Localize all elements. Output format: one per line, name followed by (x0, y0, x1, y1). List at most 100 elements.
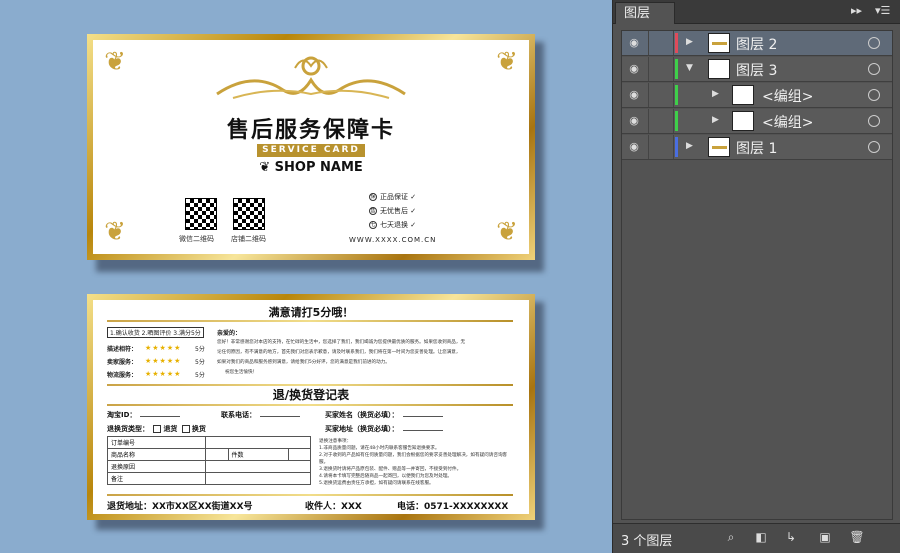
crown-ornament-icon (213, 50, 409, 106)
locate-object-icon[interactable]: ⌕ (723, 530, 739, 546)
return-checkbox[interactable] (153, 425, 162, 433)
corner-ornament-icon: ❦ (104, 217, 126, 247)
rating-score: 5分 (195, 372, 205, 379)
table-cell: 商品名称 (106, 448, 207, 461)
rating-steps: 1.确认收货 2.晒图评价 3.满分5分 (107, 327, 204, 338)
rating-stars: ★★★★★ (145, 370, 182, 378)
lock-toggle[interactable] (648, 109, 674, 133)
eye-icon[interactable]: ◉ (626, 62, 642, 76)
target-circle-icon[interactable] (868, 37, 880, 49)
card-title: 售后服务保障卡 (226, 117, 395, 143)
target-circle-icon[interactable] (868, 141, 880, 153)
collapse-arrow-icon[interactable]: ▼ (686, 63, 693, 73)
target-circle-icon[interactable] (868, 63, 880, 75)
target-circle-icon[interactable] (868, 89, 880, 101)
layer-count: 3 个图层 (621, 534, 673, 549)
tab-layers[interactable]: 图层 (615, 2, 675, 24)
return-notes: 退换注意事项： 1.非商品质量问题，请在48小时内联系客服告知退换要求。 2.对… (319, 439, 508, 486)
feature-item: 保正品保证 ✓ (369, 193, 417, 201)
collapse-panel-icon[interactable]: ▸▸ (851, 4, 862, 17)
delete-layer-icon[interactable]: 🗑 (849, 530, 865, 546)
shop-qr-code (233, 198, 265, 230)
wechat-qr-code (185, 198, 217, 230)
layer-row[interactable]: ◉ ▶ <编组> (622, 109, 892, 134)
lock-toggle[interactable] (648, 31, 674, 55)
table-cell[interactable] (205, 448, 229, 461)
layers-panel: 图层 ▸▸ ▾☰ ◉ ▶ 图层 2 ◉ ▼ 图层 3 ◉ ▶ <编组> ◉ ▶ … (612, 0, 900, 553)
expand-arrow-icon[interactable]: ▶ (686, 141, 693, 151)
rating-stars: ★★★★★ (145, 344, 182, 352)
lock-toggle[interactable] (648, 57, 674, 81)
shop-logo-icon: ❦ (259, 160, 271, 175)
layer-name[interactable]: <编组> (762, 112, 813, 132)
layer-row[interactable]: ◉ ▶ 图层 2 (622, 31, 892, 56)
panel-menu-icon[interactable]: ▾☰ (875, 4, 890, 17)
return-title: 退/换货登记表 (272, 388, 350, 402)
shop-name: ❦ SHOP NAME (259, 160, 363, 175)
layer-name[interactable]: 图层 1 (736, 138, 777, 158)
eye-icon[interactable]: ◉ (626, 114, 642, 128)
message-text: 您好！非常感谢您对本店的支持，在忙碌的生活中，您选择了我们，我们竭诚为您提供最优… (217, 340, 466, 375)
layer-name[interactable]: 图层 3 (736, 60, 777, 80)
expand-arrow-icon[interactable]: ▶ (712, 89, 719, 99)
layer-row[interactable]: ◉ ▶ <编组> (622, 83, 892, 108)
target-circle-icon[interactable] (868, 115, 880, 127)
table-cell: 订单编号 (106, 436, 207, 449)
buyer-address-field[interactable]: 买家地址（换货必填）： (325, 424, 443, 434)
rating-score: 5分 (195, 346, 205, 353)
phone-field[interactable]: 联系电话： (221, 410, 300, 420)
rating-label: 物流服务： (107, 372, 138, 379)
front-card-face: ❦ ❦ ❦ ❦ 售后服务保障卡 SERVICE CARD ❦ SHOP NAME (93, 40, 529, 254)
divider (107, 320, 513, 322)
layer-color-bar (675, 85, 678, 105)
layer-thumbnail (708, 33, 730, 53)
layer-name[interactable]: 图层 2 (736, 34, 777, 54)
footer-receiver: 收件人：XXX (305, 502, 362, 512)
expand-arrow-icon[interactable]: ▶ (712, 115, 719, 125)
exchange-checkbox[interactable] (181, 425, 190, 433)
layer-thumbnail (732, 85, 754, 105)
footer-address: 退货地址：XX市XX区XX街道XX号 (107, 502, 253, 512)
service-card-badge: SERVICE CARD (257, 144, 365, 157)
rating-label: 卖家服务： (107, 359, 138, 366)
layer-thumbnail (708, 137, 730, 157)
layer-color-bar (675, 111, 678, 131)
new-layer-icon[interactable]: ▣ (817, 530, 833, 546)
rating-stars: ★★★★★ (145, 357, 182, 365)
divider (107, 404, 513, 406)
eye-icon[interactable]: ◉ (626, 36, 642, 50)
table-cell[interactable] (205, 472, 311, 485)
return-type-field: 退换货类型： 退货 换货 (107, 425, 206, 433)
eye-icon[interactable]: ◉ (626, 140, 642, 154)
website-url: WWW.XXXX.COM.CN (349, 236, 437, 244)
layer-color-bar (675, 59, 678, 79)
corner-ornament-icon: ❦ (496, 217, 518, 247)
layers-list: ◉ ▶ 图层 2 ◉ ▼ 图层 3 ◉ ▶ <编组> ◉ ▶ <编组> ◉ ▶ … (621, 30, 893, 520)
table-cell: 退换原因 (106, 460, 207, 473)
lock-toggle[interactable] (648, 135, 674, 159)
expand-arrow-icon[interactable]: ▶ (686, 37, 693, 47)
back-card[interactable]: 满意请打5分哦！ 1.确认收货 2.晒图评价 3.满分5分 描述相符： ★★★★… (87, 294, 535, 520)
new-sublayer-icon[interactable]: ↳ (783, 530, 799, 546)
footer-phone: 电话：0571-XXXXXXXX (397, 502, 509, 512)
rating-label: 描述相符： (107, 346, 138, 353)
taobao-id-field[interactable]: 淘宝ID： (107, 410, 181, 420)
layer-row[interactable]: ◉ ▶ 图层 1 (622, 135, 892, 160)
front-card[interactable]: ❦ ❦ ❦ ❦ 售后服务保障卡 SERVICE CARD ❦ SHOP NAME (87, 34, 535, 260)
clipping-mask-icon[interactable]: ◧ (753, 530, 769, 546)
table-cell[interactable] (287, 448, 312, 461)
table-cell[interactable] (205, 436, 311, 449)
panel-footer: 3 个图层 ⌕ ◧ ↳ ▣ 🗑 (613, 523, 900, 553)
qr-label: 店铺二维码 (231, 235, 266, 243)
layer-row[interactable]: ◉ ▼ 图层 3 (622, 57, 892, 82)
back-card-face: 满意请打5分哦！ 1.确认收货 2.晒图评价 3.满分5分 描述相符： ★★★★… (93, 300, 529, 514)
table-cell[interactable] (205, 460, 311, 473)
qr-label: 微信二维码 (179, 235, 214, 243)
panel-tab-bar: 图层 ▸▸ ▾☰ (613, 0, 900, 24)
lock-toggle[interactable] (648, 83, 674, 107)
artboard-canvas[interactable]: ❦ ❦ ❦ ❦ 售后服务保障卡 SERVICE CARD ❦ SHOP NAME (0, 0, 612, 553)
rate-title: 满意请打5分哦！ (268, 306, 354, 319)
buyer-name-field[interactable]: 买家姓名（换货必填）： (325, 410, 443, 420)
eye-icon[interactable]: ◉ (626, 88, 642, 102)
layer-name[interactable]: <编组> (762, 86, 813, 106)
